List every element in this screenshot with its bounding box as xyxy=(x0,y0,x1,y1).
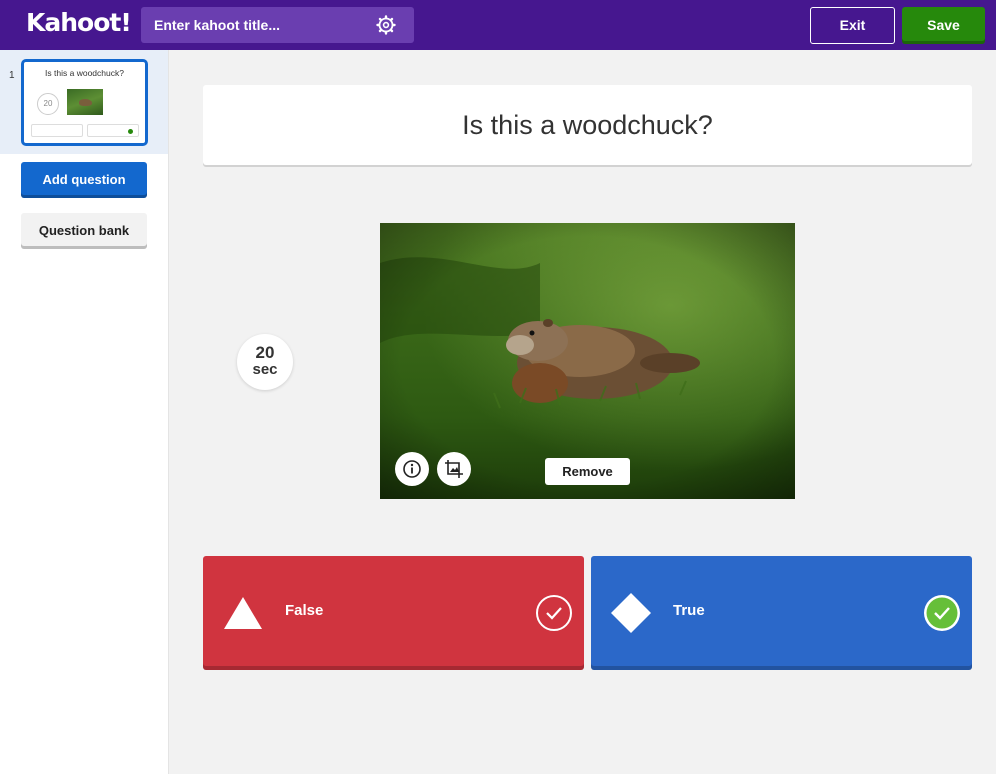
correct-dot-icon xyxy=(128,129,133,134)
add-question-button[interactable]: Add question xyxy=(21,162,147,198)
answer-true[interactable]: True xyxy=(591,556,972,670)
remove-image-button[interactable]: Remove xyxy=(545,458,630,485)
slide-title: Is this a woodchuck? xyxy=(45,68,124,78)
image-crop-button[interactable] xyxy=(437,452,471,486)
diamond-icon xyxy=(611,593,651,633)
title-placeholder: Enter kahoot title... xyxy=(154,17,281,33)
slide-thumbnail[interactable]: Is this a woodchuck? 20 xyxy=(21,59,148,146)
top-bar: Kahoot! Enter kahoot title... Exit Save xyxy=(0,0,996,50)
answer-false-label: False xyxy=(285,602,324,619)
answer-true-label: True xyxy=(673,602,705,619)
triangle-icon xyxy=(224,597,262,629)
question-bank-button[interactable]: Question bank xyxy=(21,213,147,249)
slide-number: 1 xyxy=(9,70,15,81)
kahoot-title-input[interactable]: Enter kahoot title... xyxy=(141,7,414,43)
slides-sidebar: 1 Is this a woodchuck? 20 Add question Q… xyxy=(0,50,169,774)
slide-image-thumbnail xyxy=(67,89,103,115)
correct-check-icon[interactable] xyxy=(923,594,961,632)
info-icon xyxy=(403,460,421,478)
exit-button[interactable]: Exit xyxy=(810,7,895,44)
slide-answer-false xyxy=(31,124,83,137)
image-info-button[interactable] xyxy=(395,452,429,486)
save-button[interactable]: Save xyxy=(902,7,985,44)
time-limit-unit: sec xyxy=(252,361,278,378)
mark-correct-checkbox[interactable] xyxy=(535,594,573,632)
time-limit-button[interactable]: 20 sec xyxy=(237,334,293,390)
kahoot-logo[interactable]: Kahoot! xyxy=(26,8,132,37)
answer-false[interactable]: False xyxy=(203,556,584,670)
crop-icon xyxy=(445,460,463,478)
slide-timer: 20 xyxy=(37,93,59,115)
question-title-input[interactable]: Is this a woodchuck? xyxy=(203,85,972,165)
settings-gear-icon[interactable] xyxy=(376,15,396,35)
slide-answer-true xyxy=(87,124,139,137)
time-limit-value: 20 xyxy=(255,343,275,362)
slide-list-item[interactable]: 1 Is this a woodchuck? 20 xyxy=(0,50,168,154)
